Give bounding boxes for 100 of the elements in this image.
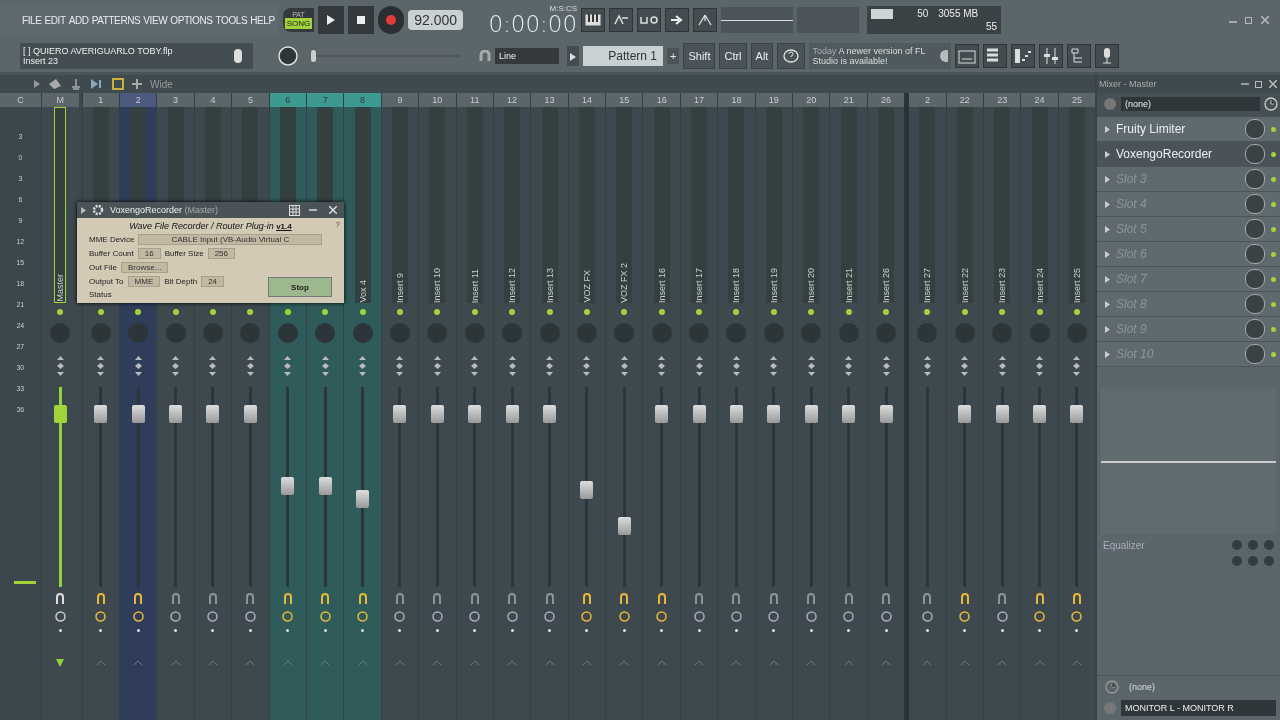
track-header[interactable]: 24 — [1021, 93, 1058, 107]
track-header[interactable]: 13 — [531, 93, 568, 107]
stereo-arrows-icon[interactable] — [133, 355, 143, 377]
microphone-icon[interactable] — [1095, 44, 1120, 68]
ring-icon[interactable] — [618, 611, 630, 622]
mix-knob[interactable] — [1245, 219, 1265, 239]
volume-knob[interactable] — [277, 45, 299, 67]
stereo-arrows-icon[interactable] — [806, 355, 816, 377]
output-selector[interactable]: MME — [127, 276, 161, 287]
ring-icon[interactable] — [921, 611, 933, 622]
send-selector[interactable]: (none) — [1129, 682, 1155, 692]
clock-icon[interactable] — [1105, 680, 1119, 694]
status-led[interactable] — [359, 309, 366, 315]
stop-button[interactable]: Stop — [268, 277, 332, 297]
track-header[interactable]: 8 — [344, 93, 381, 107]
maximize-icon[interactable] — [1245, 16, 1253, 24]
link-icon[interactable] — [656, 593, 667, 605]
modifier-key-button[interactable]: Shift — [683, 43, 716, 69]
stereo-arrows-icon[interactable] — [582, 355, 592, 377]
status-led[interactable] — [1271, 326, 1276, 332]
ring-icon[interactable] — [1071, 611, 1083, 622]
status-led[interactable] — [1271, 251, 1276, 257]
status-led[interactable] — [961, 309, 968, 315]
link-icon[interactable] — [320, 593, 331, 605]
link-icon[interactable] — [170, 593, 181, 605]
ring-icon[interactable] — [805, 611, 817, 622]
ring-icon[interactable] — [843, 611, 855, 622]
help-link[interactable]: ? — [335, 220, 340, 229]
stereo-arrows-icon[interactable] — [1072, 355, 1082, 377]
link-icon[interactable] — [357, 593, 368, 605]
status-led[interactable] — [1271, 276, 1276, 282]
add-pattern-button[interactable]: + — [667, 48, 680, 64]
stereo-arrows-icon[interactable] — [395, 355, 405, 377]
pattern-selector[interactable]: Pattern 1 — [583, 46, 663, 66]
piano-roll-icon[interactable] — [1011, 44, 1036, 68]
stereo-arrows-icon[interactable] — [769, 355, 779, 377]
status-led[interactable] — [172, 309, 179, 315]
track-header[interactable]: 10 — [419, 93, 456, 107]
link-icon[interactable] — [619, 593, 630, 605]
status-led[interactable] — [658, 309, 665, 315]
modifier-key-button[interactable]: Ctrl — [719, 43, 747, 69]
menu-item[interactable]: EDIT — [44, 14, 66, 26]
link-icon[interactable] — [432, 593, 443, 605]
ring-icon[interactable] — [357, 611, 369, 622]
link-icon[interactable] — [1071, 593, 1082, 605]
ring-icon[interactable] — [544, 611, 555, 622]
ring-icon[interactable] — [431, 611, 443, 622]
track-header[interactable]: 20 — [793, 93, 830, 107]
link-icon[interactable] — [731, 593, 742, 605]
stereo-arrows-icon[interactable] — [55, 355, 65, 377]
help-icon[interactable] — [777, 43, 806, 69]
link-icon[interactable] — [469, 593, 480, 605]
mix-knob[interactable] — [1245, 144, 1265, 164]
view-mode-label[interactable]: Wide — [150, 78, 173, 90]
status-led[interactable] — [284, 309, 291, 315]
mix-knob[interactable] — [1245, 294, 1265, 314]
ring-icon[interactable] — [656, 611, 668, 622]
stereo-arrows-icon[interactable] — [432, 355, 442, 377]
minimize-icon[interactable] — [309, 206, 317, 214]
news-panel[interactable]: Today A newer version of FL Studio is available! — [809, 43, 952, 69]
arrow-icon[interactable] — [1105, 150, 1110, 158]
ring-icon[interactable] — [394, 611, 406, 622]
link-icon[interactable] — [208, 593, 218, 605]
status-led[interactable] — [883, 309, 889, 315]
menu-item[interactable]: HELP — [250, 14, 275, 26]
input-selector[interactable]: (none) — [1121, 97, 1260, 111]
plus-icon[interactable] — [132, 79, 142, 89]
menu-item[interactable]: OPTIONS — [170, 14, 213, 26]
track-header[interactable]: 14 — [568, 93, 606, 107]
status-led[interactable] — [1271, 201, 1276, 207]
stereo-arrows-icon[interactable] — [619, 355, 629, 377]
stereo-arrows-icon[interactable] — [320, 355, 330, 377]
status-led[interactable] — [1271, 226, 1276, 232]
ring-icon[interactable] — [506, 611, 518, 622]
link-icon[interactable] — [544, 593, 555, 605]
status-led[interactable] — [583, 309, 590, 315]
track-header[interactable]: 2 — [909, 93, 946, 107]
status-led[interactable] — [396, 309, 403, 315]
stereo-arrows-icon[interactable] — [694, 355, 704, 377]
maximize-icon[interactable] — [1255, 80, 1263, 88]
stereo-arrows-icon[interactable] — [960, 355, 970, 377]
track-header[interactable]: 2 — [120, 93, 157, 107]
close-icon[interactable] — [329, 206, 337, 214]
mix-knob[interactable] — [1245, 319, 1265, 339]
track-header[interactable]: M — [41, 93, 79, 107]
link-icon[interactable] — [282, 593, 293, 605]
stereo-arrows-icon[interactable] — [881, 355, 891, 377]
buffer-size-field[interactable]: 256 — [207, 248, 236, 259]
status-led[interactable] — [924, 309, 931, 315]
link-icon[interactable] — [245, 593, 256, 605]
ring-icon[interactable] — [170, 611, 182, 622]
link-icon[interactable] — [843, 593, 854, 605]
status-led[interactable] — [1073, 309, 1080, 315]
status-led[interactable] — [509, 309, 516, 315]
hand-icon[interactable] — [48, 78, 62, 90]
status-led[interactable] — [57, 309, 64, 315]
stereo-arrows-icon[interactable] — [545, 355, 554, 377]
track-header[interactable]: 9 — [381, 93, 419, 107]
stereo-arrows-icon[interactable] — [507, 355, 517, 377]
browse-button[interactable]: Browse... — [121, 262, 169, 273]
